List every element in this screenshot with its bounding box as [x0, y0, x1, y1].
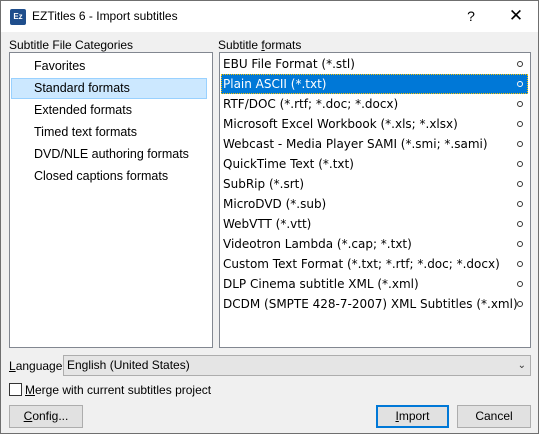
format-item-label: SubRip (*.srt): [223, 177, 305, 191]
format-item-label: EBU File Format (*.stl): [223, 57, 355, 71]
format-item[interactable]: Plain ASCII (*.txt): [221, 74, 528, 94]
format-item[interactable]: Videotron Lambda (*.cap; *.txt): [221, 234, 528, 254]
favorite-circle-icon[interactable]: [517, 201, 523, 207]
categories-label: Subtitle File Categories: [9, 38, 134, 52]
favorite-circle-icon[interactable]: [517, 181, 523, 187]
format-item[interactable]: MicroDVD (*.sub): [221, 194, 528, 214]
language-label: Language:: [9, 359, 66, 373]
favorite-circle-icon[interactable]: [517, 301, 523, 307]
format-item[interactable]: SubRip (*.srt): [221, 174, 528, 194]
close-button[interactable]: ✕: [495, 1, 537, 32]
favorite-circle-icon[interactable]: [517, 281, 523, 287]
format-item-label: Microsoft Excel Workbook (*.xls; *.xlsx): [223, 117, 458, 131]
favorite-circle-icon[interactable]: [517, 81, 523, 87]
format-item[interactable]: Webcast - Media Player SAMI (*.smi; *.sa…: [221, 134, 528, 154]
format-item-label: Webcast - Media Player SAMI (*.smi; *.sa…: [223, 137, 488, 151]
format-item[interactable]: RTF/DOC (*.rtf; *.doc; *.docx): [221, 94, 528, 114]
format-item[interactable]: QuickTime Text (*.txt): [221, 154, 528, 174]
favorite-circle-icon[interactable]: [517, 161, 523, 167]
format-item-label: DLP Cinema subtitle XML (*.xml): [223, 277, 419, 291]
chevron-down-icon: ⌄: [517, 360, 526, 371]
window-title: EZTitles 6 - Import subtitles: [32, 9, 178, 23]
favorite-circle-icon[interactable]: [517, 241, 523, 247]
category-item[interactable]: Standard formats: [11, 78, 207, 99]
config-button[interactable]: Config...: [9, 405, 83, 428]
format-item[interactable]: DCDM (SMPTE 428-7-2007) XML Subtitles (*…: [221, 294, 528, 314]
favorite-circle-icon[interactable]: [517, 141, 523, 147]
format-item-label: DCDM (SMPTE 428-7-2007) XML Subtitles (*…: [223, 297, 518, 311]
format-item-label: RTF/DOC (*.rtf; *.doc; *.docx): [223, 97, 399, 111]
favorite-circle-icon[interactable]: [517, 221, 523, 227]
title-bar: Ez EZTitles 6 - Import subtitles ? ✕: [1, 1, 538, 32]
favorite-circle-icon[interactable]: [517, 101, 523, 107]
import-button[interactable]: Import: [376, 405, 449, 428]
formats-list[interactable]: EBU File Format (*.stl) Plain ASCII (*.tx…: [219, 52, 531, 348]
category-item[interactable]: Extended formats: [11, 100, 207, 121]
format-item[interactable]: Microsoft Excel Workbook (*.xls; *.xlsx): [221, 114, 528, 134]
merge-label[interactable]: Merge with current subtitles project: [25, 383, 211, 397]
category-item[interactable]: Timed text formats: [11, 122, 207, 143]
category-item[interactable]: Favorites: [11, 56, 207, 77]
format-item[interactable]: WebVTT (*.vtt): [221, 214, 528, 234]
category-item[interactable]: Closed captions formats: [11, 166, 207, 187]
format-item-label: Custom Text Format (*.txt; *.rtf; *.doc;…: [223, 257, 500, 271]
format-item-label: MicroDVD (*.sub): [223, 197, 327, 211]
help-button[interactable]: ?: [452, 1, 490, 32]
format-item-label: Videotron Lambda (*.cap; *.txt): [223, 237, 412, 251]
category-item[interactable]: DVD/NLE authoring formats: [11, 144, 207, 165]
format-item[interactable]: EBU File Format (*.stl): [221, 54, 528, 74]
formats-label: Subtitle formats: [218, 38, 302, 52]
merge-checkbox[interactable]: [9, 383, 22, 396]
import-subtitles-dialog: Ez EZTitles 6 - Import subtitles ? ✕ Sub…: [0, 0, 539, 434]
eztitles-app-icon: Ez: [10, 9, 26, 25]
cancel-button[interactable]: Cancel: [457, 405, 531, 428]
format-item[interactable]: Custom Text Format (*.txt; *.rtf; *.doc;…: [221, 254, 528, 274]
format-item-label: Plain ASCII (*.txt): [223, 77, 327, 91]
favorite-circle-icon[interactable]: [517, 261, 523, 267]
format-item-label: WebVTT (*.vtt): [223, 217, 312, 231]
language-dropdown[interactable]: English (United States) ⌄: [63, 355, 531, 376]
categories-list[interactable]: Favorites Standard formats Extended format…: [9, 52, 213, 348]
format-item-label: QuickTime Text (*.txt): [223, 157, 354, 171]
format-item[interactable]: DLP Cinema subtitle XML (*.xml): [221, 274, 528, 294]
favorite-circle-icon[interactable]: [517, 61, 523, 67]
favorite-circle-icon[interactable]: [517, 121, 523, 127]
language-value: English (United States): [67, 358, 190, 372]
